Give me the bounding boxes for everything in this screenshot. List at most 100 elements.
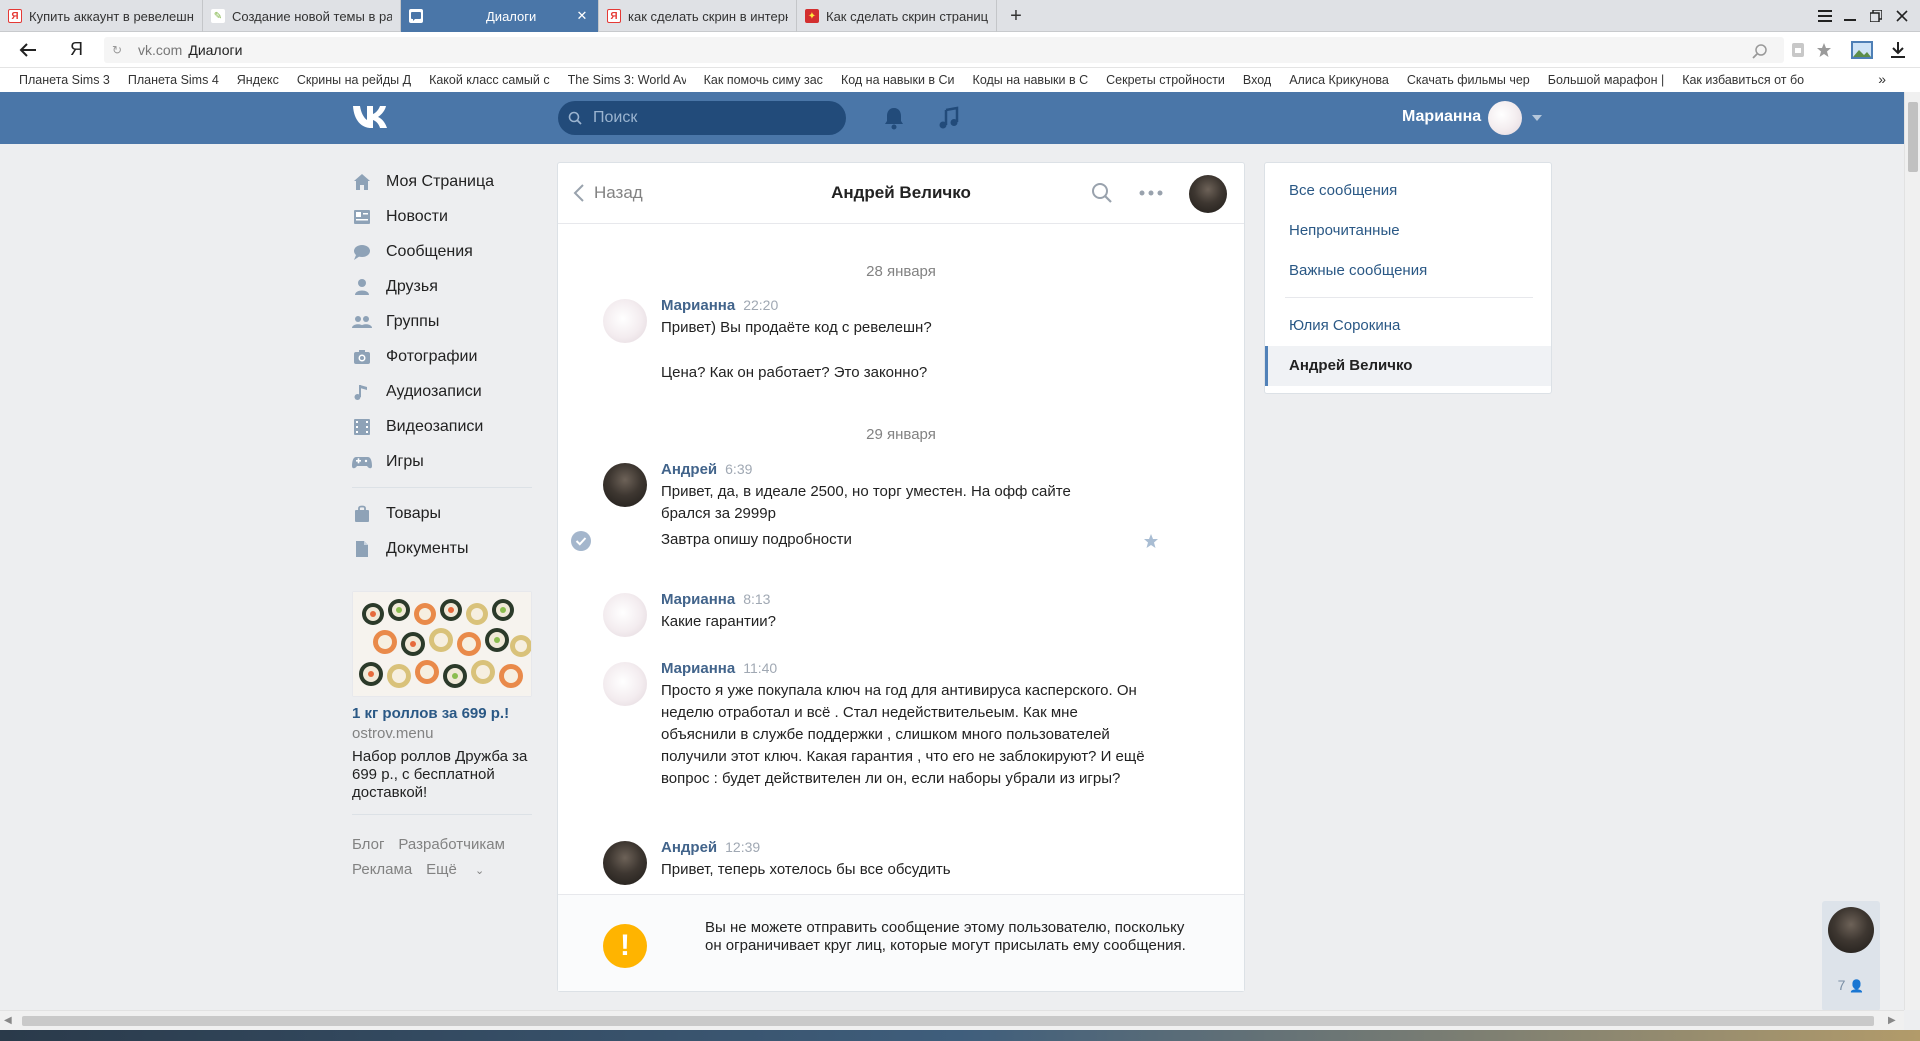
nav-label: Товары xyxy=(386,504,442,522)
search-icon[interactable] xyxy=(1090,181,1114,205)
nav-item-games[interactable]: Игры xyxy=(352,444,532,479)
new-tab-button[interactable]: + xyxy=(1006,5,1026,27)
avatar[interactable] xyxy=(1828,907,1874,953)
scroll-right-icon[interactable]: ▶ xyxy=(1888,1015,1896,1026)
nav-item-my-page[interactable]: Моя Страница xyxy=(352,164,532,199)
avatar[interactable] xyxy=(603,841,647,885)
nav-item-news[interactable]: Новости xyxy=(352,199,532,234)
online-friends-widget[interactable]: 7 👤 xyxy=(1822,901,1880,1011)
minimize-icon[interactable] xyxy=(1840,6,1860,26)
back-arrow-icon[interactable] xyxy=(18,40,38,60)
nav-item-video[interactable]: Видеозаписи xyxy=(352,409,532,444)
close-tab-icon[interactable]: ✕ xyxy=(574,8,590,24)
bookmark[interactable]: The Sims 3: World Av xyxy=(568,73,686,87)
avatar[interactable] xyxy=(1189,175,1227,213)
bookmark[interactable]: Вход xyxy=(1243,73,1271,87)
zoom-icon[interactable] xyxy=(1752,43,1768,59)
footer-link-blog[interactable]: Блог xyxy=(352,836,384,853)
nav-item-groups[interactable]: Группы xyxy=(352,304,532,339)
avatar[interactable] xyxy=(603,463,647,507)
chevron-down-icon[interactable] xyxy=(1532,115,1542,121)
star-bookmark-icon[interactable] xyxy=(1816,42,1832,58)
filter-important[interactable]: Важные сообщения xyxy=(1289,262,1427,279)
vertical-scrollbar[interactable] xyxy=(1904,92,1920,1010)
ad-domain[interactable]: ostrov.menu xyxy=(352,725,532,742)
user-name[interactable]: Марианна xyxy=(1402,108,1481,126)
scroll-thumb[interactable] xyxy=(1908,102,1918,172)
browser-tab[interactable]: Я как сделать скрин в интерн xyxy=(599,0,797,32)
nav-item-photos[interactable]: Фотографии xyxy=(352,339,532,374)
ad-image-sushi[interactable] xyxy=(352,591,532,697)
message-author[interactable]: Марианна 11:40 xyxy=(661,660,777,677)
bookmarks-more-icon[interactable]: » xyxy=(1878,71,1886,87)
scroll-left-icon[interactable]: ◀ xyxy=(4,1015,12,1026)
bell-icon[interactable] xyxy=(883,106,905,130)
reload-icon[interactable]: ↻ xyxy=(112,43,126,57)
nav-item-audio[interactable]: Аудиозаписи xyxy=(352,374,532,409)
vk-logo-icon[interactable] xyxy=(352,104,394,130)
message-author[interactable]: Марианна 8:13 xyxy=(661,591,770,608)
bookmark[interactable]: Планета Sims 3 xyxy=(19,73,110,87)
bookmark[interactable]: Яндекс xyxy=(237,73,279,87)
ad-block[interactable]: 1 кг роллов за 699 р.! ostrov.menu Набор… xyxy=(352,591,532,802)
lock-icon[interactable] xyxy=(1790,42,1806,58)
nav-item-goods[interactable]: Товары xyxy=(352,496,532,531)
filter-all-messages[interactable]: Все сообщения xyxy=(1289,182,1397,199)
message-author[interactable]: Андрей 6:39 xyxy=(661,461,752,478)
browser-tab[interactable]: ✦ Как сделать скрин страниц xyxy=(797,0,997,32)
ad-title[interactable]: 1 кг роллов за 699 р.! xyxy=(352,705,532,722)
nav-label: Документы xyxy=(386,539,469,557)
scroll-thumb[interactable] xyxy=(22,1016,1874,1026)
browser-tab-bar: Я Купить аккаунт в ревелешн ✎ Создание н… xyxy=(0,0,1920,32)
nav-item-messages[interactable]: Сообщения xyxy=(352,234,532,269)
message-author[interactable]: Марианна 22:20 xyxy=(661,297,778,314)
conversation-item-active[interactable]: Андрей Величко xyxy=(1265,346,1551,386)
music-icon xyxy=(352,382,372,402)
groups-icon xyxy=(352,312,372,332)
horizontal-scrollbar[interactable]: ◀ ▶ xyxy=(0,1010,1904,1030)
read-check-icon[interactable] xyxy=(571,531,591,551)
nav-label: Новости xyxy=(386,207,448,225)
yandex-logo-icon[interactable]: Я xyxy=(70,39,83,60)
bookmark[interactable]: Секреты стройности xyxy=(1106,73,1225,87)
bookmark[interactable]: Планета Sims 4 xyxy=(128,73,219,87)
bookmark[interactable]: Скачать фильмы чер xyxy=(1407,73,1530,87)
star-icon[interactable] xyxy=(1143,533,1159,549)
nav-item-documents[interactable]: Документы xyxy=(352,531,532,566)
avatar[interactable] xyxy=(603,662,647,706)
bookmark[interactable]: Коды на навыки в С xyxy=(973,73,1089,87)
browser-tab-active[interactable]: Диалоги ✕ xyxy=(401,0,599,32)
avatar[interactable] xyxy=(603,593,647,637)
conversation-item[interactable]: Юлия Сорокина xyxy=(1289,317,1400,334)
nav-item-friends[interactable]: Друзья xyxy=(352,269,532,304)
bookmark[interactable]: Большой марафон | xyxy=(1548,73,1664,87)
avatar[interactable] xyxy=(1488,101,1522,135)
footer-link-developers[interactable]: Разработчикам xyxy=(398,836,504,853)
restore-icon[interactable] xyxy=(1866,6,1886,26)
bookmark[interactable]: Код на навыки в Си xyxy=(841,73,955,87)
bookmark[interactable]: Как избавиться от бо xyxy=(1682,73,1804,87)
more-options-icon[interactable] xyxy=(1137,181,1165,205)
bookmark[interactable]: Скрины на рейды Д xyxy=(297,73,411,87)
filter-unread[interactable]: Непрочитанные xyxy=(1289,222,1400,239)
nav-label: Фотографии xyxy=(386,347,478,365)
footer-link-ads[interactable]: Реклама xyxy=(352,861,412,878)
nav-label: Игры xyxy=(386,452,424,470)
message-author[interactable]: Андрей 12:39 xyxy=(661,839,760,856)
browser-tab[interactable]: ✎ Создание новой темы в ра xyxy=(203,0,401,32)
footer-link-more[interactable]: Ещё ⌄ xyxy=(426,861,498,878)
bookmark[interactable]: Алиса Крикунова xyxy=(1289,73,1389,87)
download-icon[interactable] xyxy=(1890,41,1906,58)
person-icon: 👤 xyxy=(1849,979,1865,993)
date-separator: 29 января xyxy=(866,426,936,443)
close-window-icon[interactable] xyxy=(1892,6,1912,26)
bookmark[interactable]: Как помочь симу зас xyxy=(704,73,823,87)
search-input[interactable]: Поиск xyxy=(558,101,846,135)
bookmark[interactable]: Какой класс самый с xyxy=(429,73,550,87)
url-field[interactable]: ↻ vk.com Диалоги xyxy=(104,37,1784,63)
browser-tab[interactable]: Я Купить аккаунт в ревелешн xyxy=(0,0,203,32)
avatar[interactable] xyxy=(603,299,647,343)
extension-picture-icon[interactable] xyxy=(1851,41,1873,59)
music-note-icon[interactable] xyxy=(938,106,960,130)
menu-icon[interactable] xyxy=(1815,6,1835,26)
